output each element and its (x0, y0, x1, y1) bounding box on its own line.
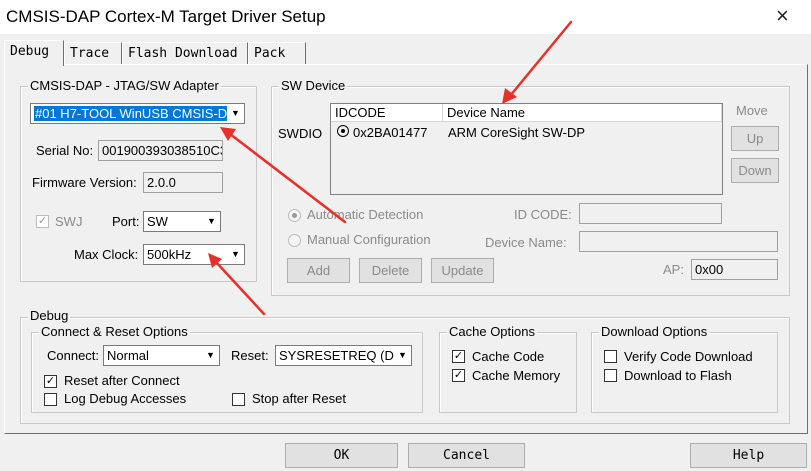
manual-config-label: Manual Configuration (307, 232, 431, 247)
firmware-label: Firmware Version: (32, 175, 137, 190)
maxclock-value: 500kHz (147, 247, 192, 262)
verify-code-checkbox[interactable] (604, 350, 617, 363)
adapter-device-value: #01 H7-TOOL WinUSB CMSIS-DAP (34, 106, 245, 121)
reset-label: Reset: (231, 348, 269, 363)
row-idcode: 0x2BA01477 (353, 125, 428, 140)
auto-detection-radio[interactable] (288, 209, 301, 222)
firmware-field: 2.0.0 (143, 172, 223, 193)
idcode-label: ID CODE: (514, 207, 572, 222)
cache-memory-checkbox[interactable]: ✓ (452, 369, 465, 382)
close-icon[interactable]: × (776, 3, 789, 29)
stop-after-reset-checkbox[interactable] (232, 393, 245, 406)
cancel-button[interactable]: Cancel (408, 443, 525, 468)
chevron-down-icon[interactable]: ▼ (227, 104, 244, 123)
auto-detection-label: Automatic Detection (307, 207, 424, 222)
ap-label: AP: (663, 262, 684, 277)
chevron-down-icon[interactable]: ▼ (394, 346, 411, 365)
tab-debug[interactable]: Debug (4, 40, 64, 66)
connect-value: Normal (107, 348, 149, 363)
up-button[interactable]: Up (731, 126, 779, 151)
log-debug-checkbox[interactable] (44, 393, 57, 406)
col-device-header[interactable]: Device Name (443, 104, 722, 122)
delete-button[interactable]: Delete (359, 258, 422, 283)
add-button[interactable]: Add (287, 258, 350, 283)
window-title: CMSIS-DAP Cortex-M Target Driver Setup (6, 7, 326, 26)
log-debug-label: Log Debug Accesses (64, 391, 187, 406)
col-idcode-header[interactable]: IDCODE (331, 104, 443, 122)
chevron-down-icon[interactable]: ▼ (202, 346, 219, 365)
update-button[interactable]: Update (431, 258, 494, 283)
swj-checkbox[interactable]: ✓ (36, 215, 49, 228)
down-button[interactable]: Down (731, 158, 779, 183)
manual-config-radio[interactable] (288, 234, 301, 247)
adapter-device-select[interactable]: #01 H7-TOOL WinUSB CMSIS-DAP ▼ (30, 103, 245, 124)
port-value: SW (147, 214, 168, 229)
devname-input[interactable] (579, 231, 778, 252)
move-label: Move (736, 103, 768, 118)
cache-options-title: Cache Options (447, 324, 537, 339)
connect-select[interactable]: Normal ▼ (103, 345, 220, 366)
swdio-label: SWDIO (278, 126, 323, 141)
connect-reset-title: Connect & Reset Options (39, 324, 190, 339)
serial-label: Serial No: (36, 143, 94, 158)
serial-field: 001900393038510C3 (98, 140, 223, 161)
idcode-input[interactable] (579, 203, 722, 224)
maxclock-label: Max Clock: (74, 247, 139, 262)
cache-code-checkbox[interactable]: ✓ (452, 350, 465, 363)
table-row[interactable]: 0x2BA01477 ARM CoreSight SW-DP (331, 122, 722, 142)
tab-pack[interactable]: Pack (248, 42, 306, 64)
reset-select[interactable]: SYSRESETREQ (Default) ▼ (275, 345, 412, 366)
tab-trace[interactable]: Trace (64, 42, 122, 64)
port-label: Port: (112, 214, 140, 229)
verify-code-label: Verify Code Download (624, 349, 753, 364)
port-select[interactable]: SW ▼ (143, 211, 221, 232)
help-button[interactable]: Help (690, 443, 807, 468)
reset-after-connect-checkbox[interactable]: ✓ (44, 375, 57, 388)
debug-group-title: Debug (28, 308, 71, 323)
maxclock-select[interactable]: 500kHz ▼ (143, 244, 245, 265)
row-device-name: ARM CoreSight SW-DP (448, 125, 586, 140)
sw-device-table[interactable]: IDCODE Device Name 0x2BA01477 ARM CoreSi… (330, 103, 723, 195)
reset-value: SYSRESETREQ (Default) (279, 348, 411, 363)
swj-label: SWJ (55, 214, 83, 229)
devname-label: Device Name: (485, 235, 567, 250)
cache-memory-label: Cache Memory (472, 368, 561, 383)
chevron-down-icon[interactable]: ▼ (203, 212, 220, 231)
cache-code-label: Cache Code (472, 349, 545, 364)
tab-flash-download[interactable]: Flash Download (122, 42, 248, 64)
stop-after-reset-label: Stop after Reset (252, 391, 346, 406)
adapter-group-title: CMSIS-DAP - JTAG/SW Adapter (28, 78, 221, 93)
download-flash-label: Download to Flash (624, 368, 732, 383)
title-bar: CMSIS-DAP Cortex-M Target Driver Setup × (0, 0, 811, 34)
ap-field[interactable]: 0x00 (691, 259, 778, 280)
download-flash-checkbox[interactable] (604, 369, 617, 382)
connect-label: Connect: (47, 348, 100, 363)
chevron-down-icon[interactable]: ▼ (227, 245, 244, 264)
radio-selected-icon (337, 125, 349, 137)
ok-button[interactable]: OK (285, 443, 398, 468)
reset-after-connect-label: Reset after Connect (64, 373, 180, 388)
sw-device-group-title: SW Device (279, 78, 348, 93)
download-options-title: Download Options (599, 324, 710, 339)
